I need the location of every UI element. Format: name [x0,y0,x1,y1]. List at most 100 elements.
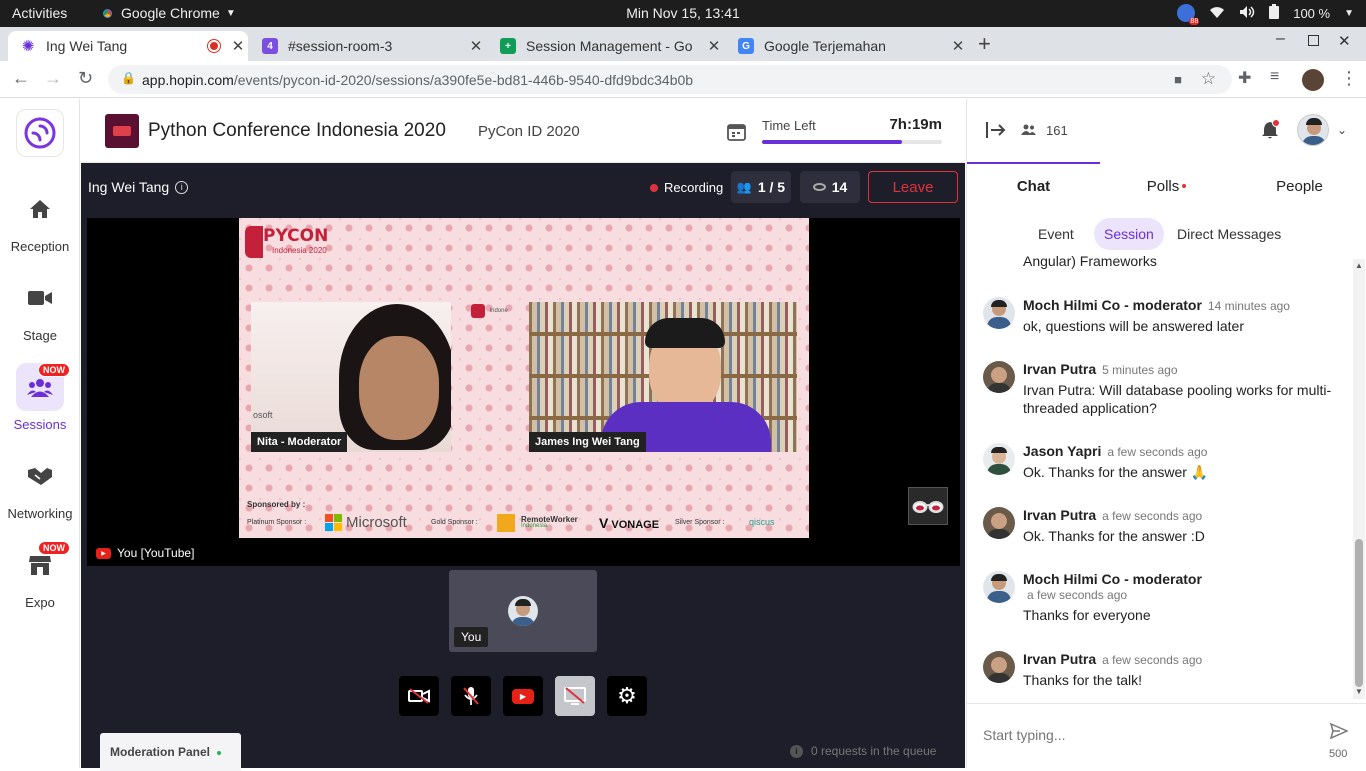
info-icon[interactable]: i [175,180,189,194]
send-icon[interactable] [1329,722,1349,744]
app-menu[interactable]: Google Chrome ▼ [100,5,236,21]
notifications-bell-icon[interactable] [1261,119,1280,145]
reload-icon[interactable]: ↻ [78,68,93,89]
nav-networking[interactable]: Networking [0,452,80,521]
browser-menu-icon[interactable]: ⋮ [1340,68,1358,89]
chat-message-text: Thanks for the talk! [1023,672,1143,688]
close-tab-icon[interactable]: ✕ [466,37,486,55]
video-stream[interactable]: PYCON Indonesia 2020 osoft Nita - Modera… [87,218,960,566]
gold-sponsor-logo [497,514,515,532]
moderation-panel-tab[interactable]: Moderation Panel [100,733,241,771]
browser-tab[interactable]: 4 #session-room-3 ✕ [250,31,486,61]
app-name: Google Chrome [121,5,220,21]
chat-author[interactable]: Jason Yapri a few seconds ago [1023,443,1207,459]
screen-share-button[interactable] [555,676,595,716]
chat-author[interactable]: Moch Hilmi Co - moderator [1023,571,1202,587]
subtab-direct-messages[interactable]: Direct Messages [1177,226,1281,242]
attendee-count: 161 [1021,123,1068,138]
tab-active-indicator [967,162,1100,164]
glasses-avatar[interactable] [908,487,948,525]
browser-tab[interactable]: G Google Terjemahan ✕ [726,31,968,61]
close-tab-icon[interactable]: ✕ [948,37,968,55]
mic-off-button[interactable] [451,676,491,716]
tab-polls[interactable]: Polls [1100,178,1233,195]
extensions-icon[interactable]: ✚ [1238,68,1251,88]
avatar[interactable] [983,651,1015,683]
viewers-count[interactable]: 14 [800,171,860,203]
wifi-icon[interactable] [1209,5,1225,22]
lock-icon[interactable]: 🔒 [121,71,136,85]
profile-avatar[interactable] [1302,69,1324,91]
chat-author[interactable]: Irvan Putra a few seconds ago [1023,651,1202,667]
new-tab-icon[interactable]: + [978,31,991,57]
scroll-up-icon[interactable]: ▲ [1355,261,1363,270]
back-icon[interactable]: ← [12,68,30,89]
chat-timestamp: a few seconds ago [1102,509,1203,523]
settings-button[interactable]: ⚙ [607,676,647,716]
subtab-session[interactable]: Session [1094,218,1164,250]
nav-expo[interactable]: NOW Expo [0,541,80,610]
event-logo[interactable] [105,114,139,148]
participants-icon: 👥 [736,180,752,194]
camera-off-button[interactable] [399,676,439,716]
scrollbar-thumb[interactable] [1355,539,1363,687]
avatar[interactable] [983,297,1015,329]
chat-author[interactable]: Irvan Putra 5 minutes ago [1023,361,1178,377]
chat-scrollbar[interactable]: ▲ ▼ [1353,259,1365,699]
chat-message-text: ok, questions will be answered later [1023,318,1245,334]
close-window-icon[interactable]: ✕ [1338,32,1351,50]
handshake-icon [16,452,64,500]
calendar-icon[interactable] [727,122,746,146]
battery-icon[interactable] [1269,4,1280,22]
power-menu-icon[interactable]: ▼ [1344,8,1354,19]
media-control-icon[interactable]: ≡ [1270,68,1279,86]
nav-sessions[interactable]: NOW Sessions [0,363,80,432]
participants-count[interactable]: 👥 1 / 5 [731,171,791,203]
chat-messages[interactable]: Angular) Frameworks Moch Hilmi Co - mode… [967,251,1352,701]
url-text[interactable]: app.hopin.com/events/pycon-id-2020/sessi… [142,72,693,88]
address-bar[interactable]: 🔒 app.hopin.com/events/pycon-id-2020/ses… [108,65,1232,94]
avatar[interactable] [983,443,1015,475]
camera-in-use-icon[interactable]: ■ [1174,72,1182,87]
activities-button[interactable]: Activities [12,5,67,21]
microsoft-logo: Microsoft [325,514,407,531]
chat-input[interactable] [983,721,1313,749]
close-tab-icon[interactable]: ✕ [704,37,724,55]
chevron-down-icon[interactable]: ⌄ [1337,123,1347,137]
avatar[interactable] [983,571,1015,603]
hopin-logo[interactable] [16,109,64,157]
volume-icon[interactable] [1239,5,1255,22]
close-tab-icon[interactable]: ✕ [228,37,248,55]
speaker-video-left: osoft Nita - Moderator [251,302,451,452]
notification-app-icon[interactable]: 88 [1177,4,1200,25]
chat-author[interactable]: Irvan Putra a few seconds ago [1023,507,1202,523]
now-badge: NOW [38,541,70,555]
collapse-panel-icon[interactable] [986,121,1006,144]
system-tray[interactable]: 88 100 % ▼ [1177,4,1354,25]
avatar[interactable] [983,361,1015,393]
chat-timestamp: 5 minutes ago [1102,363,1178,377]
chat-author[interactable]: Moch Hilmi Co - moderator 14 minutes ago [1023,297,1290,313]
avatar[interactable] [983,507,1015,539]
gold-sponsor-label: Gold Sponsor : [431,519,478,526]
nav-stage[interactable]: Stage [0,274,80,343]
tab-people[interactable]: People [1233,178,1366,195]
restore-window-icon[interactable] [1308,35,1319,46]
session-host-name: Ing Wei Tang i [88,179,189,195]
user-avatar[interactable] [1297,114,1329,146]
bookmark-star-icon[interactable]: ☆ [1201,69,1216,89]
self-video-tile[interactable]: You [449,570,597,652]
browser-tab[interactable]: + Session Management - Go ✕ [488,31,724,61]
minimize-window-icon[interactable]: – [1276,30,1285,48]
time-left-progress [762,140,942,144]
presentation-slide: PYCON Indonesia 2020 osoft Nita - Modera… [239,218,809,538]
leave-button[interactable]: Leave [868,171,958,203]
nav-label: Expo [25,595,55,610]
tab-chat[interactable]: Chat [967,178,1100,195]
subtab-event[interactable]: Event [1038,226,1074,242]
scroll-down-icon[interactable]: ▼ [1355,687,1363,696]
nav-reception[interactable]: Reception [0,185,80,254]
youtube-stream-button[interactable]: ▶ [503,676,543,716]
forward-icon[interactable]: → [44,68,62,89]
browser-tab-active[interactable]: ✺ Ing Wei Tang ✕ [8,31,248,61]
